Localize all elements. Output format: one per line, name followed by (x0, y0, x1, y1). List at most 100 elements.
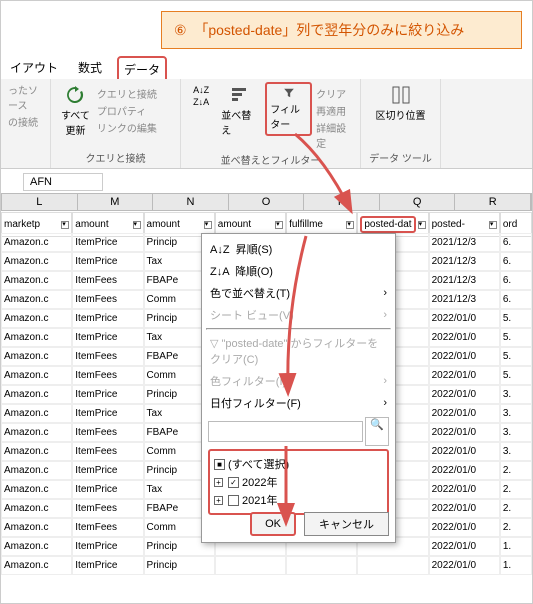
col-N[interactable]: N (153, 194, 229, 210)
cell[interactable]: 2022/01/0 (429, 347, 500, 366)
sort-asc-item[interactable]: A↓Z 昇順(S) (206, 238, 391, 260)
clear-filter-link[interactable]: クリア (316, 86, 353, 101)
cell[interactable]: Amazon.c (1, 480, 72, 499)
cell[interactable]: 3. (500, 442, 532, 461)
sort-asc-button[interactable]: A↓Z Z↓A (188, 82, 214, 110)
sort-desc-item[interactable]: Z↓A 降順(O) (206, 260, 391, 282)
cell[interactable]: ItemFees (72, 290, 143, 309)
cell[interactable]: 2. (500, 499, 532, 518)
expand-icon[interactable]: + (214, 496, 223, 505)
cell[interactable]: 2022/01/0 (429, 442, 500, 461)
search-icon[interactable]: 🔍 (365, 417, 389, 446)
expand-icon[interactable]: + (214, 478, 223, 487)
filter-button[interactable]: フィルター (265, 82, 312, 136)
filter-search-input[interactable] (208, 421, 363, 442)
cell[interactable]: ItemPrice (72, 252, 143, 271)
check-2021[interactable]: +2021年 (214, 491, 383, 509)
cell[interactable]: ItemFees (72, 518, 143, 537)
cell[interactable]: ItemPrice (72, 556, 143, 575)
text-to-columns-button[interactable]: 区切り位置 (368, 82, 433, 125)
cell[interactable]: ItemPrice (72, 537, 143, 556)
cell[interactable]: 2. (500, 461, 532, 480)
cell[interactable] (286, 556, 357, 575)
cell[interactable]: 2022/01/0 (429, 537, 500, 556)
filter-dropdown-icon[interactable] (133, 221, 141, 229)
col-O[interactable]: O (229, 194, 305, 210)
advanced-link[interactable]: 詳細設定 (316, 120, 353, 150)
cell[interactable]: ItemPrice (72, 461, 143, 480)
cell[interactable]: 5. (500, 309, 532, 328)
cell[interactable]: 2022/01/0 (429, 366, 500, 385)
date-filter-item[interactable]: 日付フィルター(F)› (206, 392, 391, 414)
reapply-link[interactable]: 再適用 (316, 103, 353, 118)
cell[interactable]: ItemPrice (72, 328, 143, 347)
table-row[interactable]: Amazon.cItemPricePrincip2022/01/01. (1, 556, 532, 575)
cell[interactable]: ItemFees (72, 347, 143, 366)
ok-button[interactable]: OK (250, 512, 296, 536)
col-Q[interactable]: Q (380, 194, 456, 210)
cell[interactable]: Amazon.c (1, 423, 72, 442)
cell[interactable]: 2021/12/3 (429, 290, 500, 309)
cell[interactable]: ItemFees (72, 499, 143, 518)
check-2022[interactable]: +✓2022年 (214, 473, 383, 491)
cell[interactable]: Amazon.c (1, 442, 72, 461)
cell[interactable]: 2022/01/0 (429, 480, 500, 499)
cell[interactable]: 2. (500, 480, 532, 499)
col-L[interactable]: L (2, 194, 78, 210)
check-select-all[interactable]: ■(すべて選択) (214, 455, 383, 473)
cell[interactable]: 5. (500, 366, 532, 385)
cell[interactable]: 5. (500, 347, 532, 366)
cancel-button[interactable]: キャンセル (304, 512, 389, 536)
cell[interactable]: ItemPrice (72, 233, 143, 252)
cell[interactable]: 2022/01/0 (429, 404, 500, 423)
cell[interactable]: Amazon.c (1, 537, 72, 556)
cell[interactable]: Amazon.c (1, 290, 72, 309)
edit-links-link[interactable]: リンクの編集 (97, 120, 157, 135)
refresh-all-button[interactable]: すべて 更新 (58, 82, 93, 140)
col-P[interactable]: P (304, 194, 380, 210)
cell[interactable]: 3. (500, 404, 532, 423)
cell[interactable]: Amazon.c (1, 404, 72, 423)
cell[interactable]: 6. (500, 271, 532, 290)
cell[interactable]: Amazon.c (1, 461, 72, 480)
filter-dropdown-icon[interactable] (489, 221, 497, 229)
cell[interactable]: ItemPrice (72, 309, 143, 328)
cell[interactable]: Amazon.c (1, 366, 72, 385)
cell[interactable] (357, 556, 428, 575)
sort-by-color-item[interactable]: 色で並べ替え(T)› (206, 282, 391, 304)
cell[interactable]: 1. (500, 537, 532, 556)
filter-dropdown-icon[interactable] (204, 221, 212, 229)
cell[interactable]: 2022/01/0 (429, 423, 500, 442)
cell[interactable]: 1. (500, 556, 532, 575)
name-box[interactable]: AFN (23, 173, 103, 191)
filter-dropdown-icon[interactable] (346, 221, 354, 229)
cell[interactable]: Amazon.c (1, 499, 72, 518)
query-conn-link[interactable]: クエリと接続 (97, 86, 157, 101)
cell[interactable]: ItemFees (72, 271, 143, 290)
cell[interactable]: Amazon.c (1, 233, 72, 252)
cell[interactable]: 2022/01/0 (429, 328, 500, 347)
cell[interactable]: ItemFees (72, 366, 143, 385)
cell[interactable]: 2022/01/0 (429, 518, 500, 537)
sort-button[interactable]: 並べ替え (218, 82, 261, 140)
cell[interactable]: 2021/12/3 (429, 233, 500, 252)
cell[interactable]: 2021/12/3 (429, 252, 500, 271)
cell[interactable]: Amazon.c (1, 271, 72, 290)
col-R[interactable]: R (455, 194, 531, 210)
cell[interactable]: Amazon.c (1, 309, 72, 328)
cell[interactable]: ItemPrice (72, 385, 143, 404)
cell[interactable]: 6. (500, 290, 532, 309)
cell[interactable]: 2021/12/3 (429, 271, 500, 290)
cell[interactable]: ItemFees (72, 423, 143, 442)
properties-link[interactable]: プロパティ (97, 103, 157, 118)
cell[interactable]: 3. (500, 423, 532, 442)
cell[interactable]: 6. (500, 233, 532, 252)
cell[interactable]: ItemPrice (72, 404, 143, 423)
cell[interactable]: Amazon.c (1, 518, 72, 537)
cell[interactable]: Amazon.c (1, 252, 72, 271)
cell[interactable] (215, 556, 286, 575)
filter-dropdown-icon[interactable] (275, 221, 283, 229)
cell[interactable]: 2022/01/0 (429, 556, 500, 575)
cell[interactable]: 2022/01/0 (429, 309, 500, 328)
cell[interactable]: Princip (144, 556, 215, 575)
